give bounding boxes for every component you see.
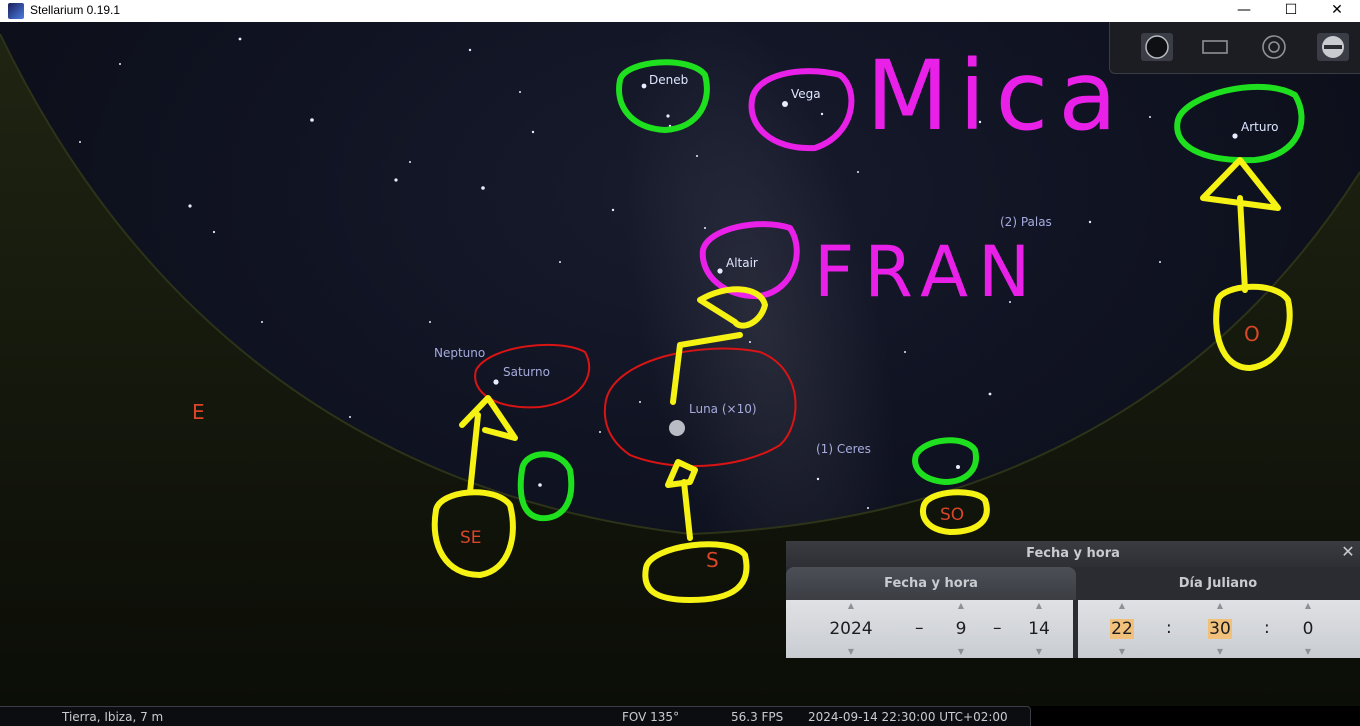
minute-up-arrow-icon[interactable]: ▲ xyxy=(1204,601,1236,611)
target-icon[interactable] xyxy=(1257,32,1291,62)
tab-date-time[interactable]: Fecha y hora xyxy=(786,567,1076,600)
minute-down-arrow-icon[interactable]: ▼ xyxy=(1204,647,1236,657)
dialog-close-icon[interactable]: ✕ xyxy=(1340,544,1356,560)
datetime-text[interactable]: 2024-09-14 22:30:00 UTC+02:00 xyxy=(808,710,1008,724)
label-arturo[interactable]: Arturo xyxy=(1241,120,1278,134)
label-altair[interactable]: Altair xyxy=(726,256,758,270)
date-panel: ▲ 2024 ▼ – ▲ 9 ▼ – ▲ 14 ▼ xyxy=(786,600,1073,658)
day-down-arrow-icon[interactable]: ▼ xyxy=(1022,647,1056,657)
second-spinbox[interactable]: ▲ 0 ▼ xyxy=(1292,600,1324,658)
date-separator: – xyxy=(993,618,1002,638)
hour-down-arrow-icon[interactable]: ▼ xyxy=(1106,647,1138,657)
day-spinbox[interactable]: ▲ 14 ▼ xyxy=(1022,600,1056,658)
label-deneb[interactable]: Deneb xyxy=(649,73,688,87)
settings-key-icon[interactable] xyxy=(1316,32,1350,62)
status-bar-panel: Tierra, Ibiza, 7 m FOV 135° 56.3 FPS 202… xyxy=(0,706,1031,726)
second-down-arrow-icon[interactable]: ▼ xyxy=(1292,647,1324,657)
title-bar: Stellarium 0.19.1 — ☐ ✕ xyxy=(0,0,1360,23)
hour-up-arrow-icon[interactable]: ▲ xyxy=(1106,601,1138,611)
month-down-arrow-icon[interactable]: ▼ xyxy=(946,647,976,657)
time-separator: : xyxy=(1264,618,1270,638)
date-time-dialog: Fecha y hora ✕ Fecha y hora Día Juliano … xyxy=(786,541,1360,658)
year-value[interactable]: 2024 xyxy=(822,619,880,639)
hour-spinbox[interactable]: ▲ 22 ▼ xyxy=(1106,600,1138,658)
handwritten-fran: FRAN xyxy=(814,231,1041,313)
second-value[interactable]: 0 xyxy=(1292,619,1324,639)
location-text[interactable]: Tierra, Ibiza, 7 m xyxy=(62,710,163,724)
fov-text: FOV 135° xyxy=(622,710,680,724)
cardinal-southeast: SE xyxy=(460,528,482,548)
view-toolbar xyxy=(1109,22,1360,74)
label-neptuno[interactable]: Neptuno xyxy=(434,346,485,360)
month-spinbox[interactable]: ▲ 9 ▼ xyxy=(946,600,976,658)
cardinal-west: O xyxy=(1244,322,1260,346)
dialog-title: Fecha y hora xyxy=(1026,546,1120,561)
month-up-arrow-icon[interactable]: ▲ xyxy=(946,601,976,611)
cardinal-south: S xyxy=(706,548,719,572)
minimize-button[interactable]: — xyxy=(1221,0,1267,22)
maximize-button[interactable]: ☐ xyxy=(1268,0,1314,22)
year-down-arrow-icon[interactable]: ▼ xyxy=(822,647,880,657)
year-up-arrow-icon[interactable]: ▲ xyxy=(822,601,880,611)
minute-value[interactable]: 30 xyxy=(1208,619,1232,639)
stellarium-window: Stellarium 0.19.1 — ☐ ✕ Deneb Vega Artur… xyxy=(0,0,1360,726)
cardinal-east: E xyxy=(192,400,205,424)
label-palas[interactable]: (2) Palas xyxy=(1000,215,1052,229)
year-spinbox[interactable]: ▲ 2024 ▼ xyxy=(822,600,880,658)
cardinal-southwest: SO xyxy=(940,505,965,525)
window-title: Stellarium 0.19.1 xyxy=(30,3,121,17)
second-up-arrow-icon[interactable]: ▲ xyxy=(1292,601,1324,611)
label-vega[interactable]: Vega xyxy=(791,87,821,101)
tab-julian-day[interactable]: Día Juliano xyxy=(1076,567,1360,600)
close-button[interactable]: ✕ xyxy=(1314,0,1360,22)
sky-view-icon[interactable] xyxy=(1140,32,1174,62)
date-separator: – xyxy=(915,618,924,638)
label-luna[interactable]: Luna (×10) xyxy=(689,402,757,416)
minute-spinbox[interactable]: ▲ 30 ▼ xyxy=(1204,600,1236,658)
screen-frame-icon[interactable] xyxy=(1198,32,1232,62)
dialog-header[interactable]: Fecha y hora ✕ xyxy=(786,541,1360,567)
stellarium-app-icon xyxy=(8,3,24,19)
moon[interactable] xyxy=(669,420,685,436)
time-panel: ▲ 22 ▼ : ▲ 30 ▼ : ▲ 0 ▼ xyxy=(1078,600,1360,658)
day-value[interactable]: 14 xyxy=(1022,619,1056,639)
handwritten-mica: Mica xyxy=(866,40,1128,152)
hour-value[interactable]: 22 xyxy=(1110,619,1134,639)
fps-text: 56.3 FPS xyxy=(731,710,784,724)
status-bar: Tierra, Ibiza, 7 m FOV 135° 56.3 FPS 202… xyxy=(0,706,1360,726)
label-ceres[interactable]: (1) Ceres xyxy=(816,442,871,456)
label-saturno[interactable]: Saturno xyxy=(503,365,550,379)
day-up-arrow-icon[interactable]: ▲ xyxy=(1022,601,1056,611)
time-separator: : xyxy=(1166,618,1172,638)
month-value[interactable]: 9 xyxy=(946,619,976,639)
